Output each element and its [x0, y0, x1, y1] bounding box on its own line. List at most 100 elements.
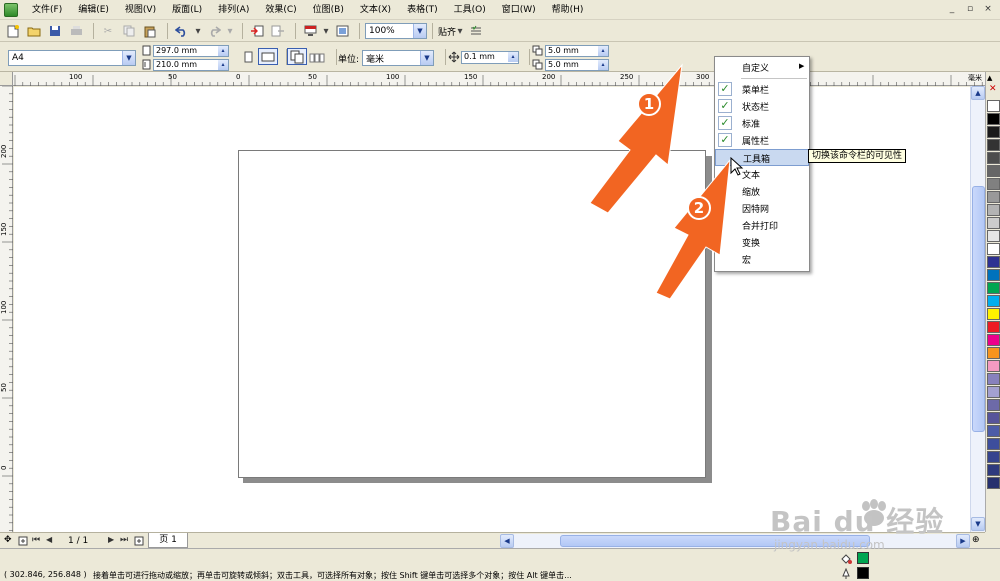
color-swatch[interactable] — [987, 178, 1000, 190]
color-swatch[interactable] — [987, 269, 1000, 281]
scroll-left-icon[interactable]: ◀ — [500, 534, 514, 548]
paper-size-combo[interactable]: A4 ▼ — [8, 50, 136, 66]
menu-text[interactable]: 文本(X) — [352, 0, 399, 20]
navigator-icon[interactable]: ✥ — [4, 535, 12, 545]
chevron-down-icon[interactable]: ▼ — [420, 51, 433, 65]
color-swatch[interactable] — [987, 373, 1000, 385]
zoom-level-combo[interactable]: 100% ▼ — [365, 23, 427, 39]
menu-bitmaps[interactable]: 位图(B) — [305, 0, 352, 20]
import-icon[interactable] — [248, 22, 266, 40]
redo-dropdown-icon[interactable]: ▾ — [226, 22, 234, 40]
undo-dropdown-icon[interactable]: ▾ — [194, 22, 202, 40]
menu-view[interactable]: 视图(V) — [117, 0, 164, 20]
page-width-field[interactable]: 297.0 mm ▴ — [153, 45, 229, 57]
color-swatch[interactable] — [987, 425, 1000, 437]
zoom-icon[interactable]: ⊕ — [972, 535, 980, 545]
color-swatch[interactable] — [987, 451, 1000, 463]
ruler-origin[interactable] — [0, 72, 13, 86]
chevron-down-icon[interactable]: ▼ — [122, 51, 135, 65]
horizontal-ruler[interactable]: 100 50 0 50 100 150 200 250 300 350 毫米 — [13, 72, 985, 86]
application-launcher-icon[interactable] — [301, 22, 319, 40]
previous-page-icon[interactable]: ◀ — [46, 535, 52, 544]
color-swatch[interactable] — [987, 308, 1000, 320]
cut-icon[interactable]: ✂ — [99, 22, 117, 40]
menu-arrange[interactable]: 排列(A) — [210, 0, 257, 20]
spin-arrows-icon[interactable]: ▴ — [218, 60, 228, 70]
color-swatch[interactable] — [987, 295, 1000, 307]
color-swatch[interactable] — [987, 152, 1000, 164]
menu-help[interactable]: 帮助(H) — [544, 0, 592, 20]
menu-edit[interactable]: 编辑(E) — [70, 0, 117, 20]
chevron-down-icon[interactable]: ▼ — [413, 24, 426, 38]
all-pages-button[interactable] — [287, 48, 307, 65]
nudge-distance-field[interactable]: 0.1 mm ▴ — [461, 51, 519, 64]
minimize-button[interactable]: _ — [946, 3, 958, 15]
color-swatch[interactable] — [987, 399, 1000, 411]
outline-color-swatch[interactable] — [857, 567, 869, 579]
current-page-icon[interactable] — [309, 51, 325, 66]
color-swatch[interactable] — [987, 438, 1000, 450]
vertical-scroll-thumb[interactable] — [972, 186, 985, 432]
menu-effects[interactable]: 效果(C) — [257, 0, 304, 20]
menu-window[interactable]: 窗口(W) — [494, 0, 544, 20]
copy-icon[interactable] — [120, 22, 138, 40]
landscape-button[interactable] — [258, 48, 278, 65]
vertical-ruler[interactable]: 200 150 100 50 0 — [0, 85, 13, 532]
portrait-icon[interactable] — [244, 51, 254, 67]
spin-arrows-icon[interactable]: ▴ — [218, 46, 228, 56]
color-swatch[interactable] — [987, 347, 1000, 359]
palette-scroll-up-icon[interactable]: ▲ — [987, 74, 992, 82]
menu-tools[interactable]: 工具(O) — [446, 0, 494, 20]
color-swatch[interactable] — [987, 256, 1000, 268]
restore-button[interactable]: ▫ — [964, 3, 976, 15]
color-swatch[interactable] — [987, 139, 1000, 151]
scroll-up-icon[interactable]: ▲ — [971, 86, 985, 100]
export-icon[interactable] — [269, 22, 287, 40]
no-color-icon[interactable]: ✕ — [989, 84, 997, 94]
color-swatch[interactable] — [987, 477, 1000, 489]
units-combo[interactable]: 毫米 ▼ — [362, 50, 434, 66]
welcome-screen-icon[interactable] — [333, 22, 351, 40]
page-height-field[interactable]: 210.0 mm ▴ — [153, 59, 229, 71]
last-page-icon[interactable]: ⏭ — [120, 535, 128, 545]
color-swatch[interactable] — [987, 126, 1000, 138]
spin-arrows-icon[interactable]: ▴ — [508, 52, 518, 62]
open-folder-icon[interactable] — [25, 22, 43, 40]
menu-item-label: 因特网 — [742, 205, 770, 215]
color-swatch[interactable] — [987, 412, 1000, 424]
color-swatch[interactable] — [987, 321, 1000, 333]
print-icon[interactable] — [67, 22, 85, 40]
color-swatch[interactable] — [987, 243, 1000, 255]
color-swatch[interactable] — [987, 230, 1000, 242]
menu-table[interactable]: 表格(T) — [399, 0, 446, 20]
snap-dropdown-icon[interactable]: ▾ — [456, 22, 464, 40]
color-swatch[interactable] — [987, 100, 1000, 112]
menu-layout[interactable]: 版面(L) — [164, 0, 210, 20]
page-tab[interactable]: 页 1 — [148, 533, 188, 548]
color-swatch[interactable] — [987, 191, 1000, 203]
color-swatch[interactable] — [987, 282, 1000, 294]
menu-item-label: 工具箱 — [743, 155, 771, 165]
launcher-dropdown-icon[interactable]: ▾ — [322, 22, 330, 40]
close-button[interactable]: × — [982, 3, 994, 15]
vertical-scrollbar[interactable]: ▲ ▼ — [970, 86, 985, 532]
undo-icon[interactable] — [173, 22, 191, 40]
new-document-icon[interactable] — [4, 22, 22, 40]
menu-file[interactable]: 文件(F) — [24, 0, 70, 20]
color-swatch[interactable] — [987, 204, 1000, 216]
color-swatch[interactable] — [987, 360, 1000, 372]
scroll-down-icon[interactable]: ▼ — [971, 517, 985, 531]
save-icon[interactable] — [46, 22, 64, 40]
first-page-icon[interactable]: ⏮ — [32, 535, 40, 545]
color-swatch[interactable] — [987, 113, 1000, 125]
color-swatch[interactable] — [987, 217, 1000, 229]
color-swatch[interactable] — [987, 464, 1000, 476]
color-swatch[interactable] — [987, 386, 1000, 398]
color-swatch[interactable] — [987, 165, 1000, 177]
snap-to-button[interactable]: 贴齐 — [438, 25, 456, 38]
next-page-icon[interactable]: ▶ — [108, 535, 114, 544]
color-swatch[interactable] — [987, 334, 1000, 346]
paste-icon[interactable] — [141, 22, 159, 40]
redo-icon[interactable] — [205, 22, 223, 40]
options-icon[interactable] — [467, 22, 485, 40]
